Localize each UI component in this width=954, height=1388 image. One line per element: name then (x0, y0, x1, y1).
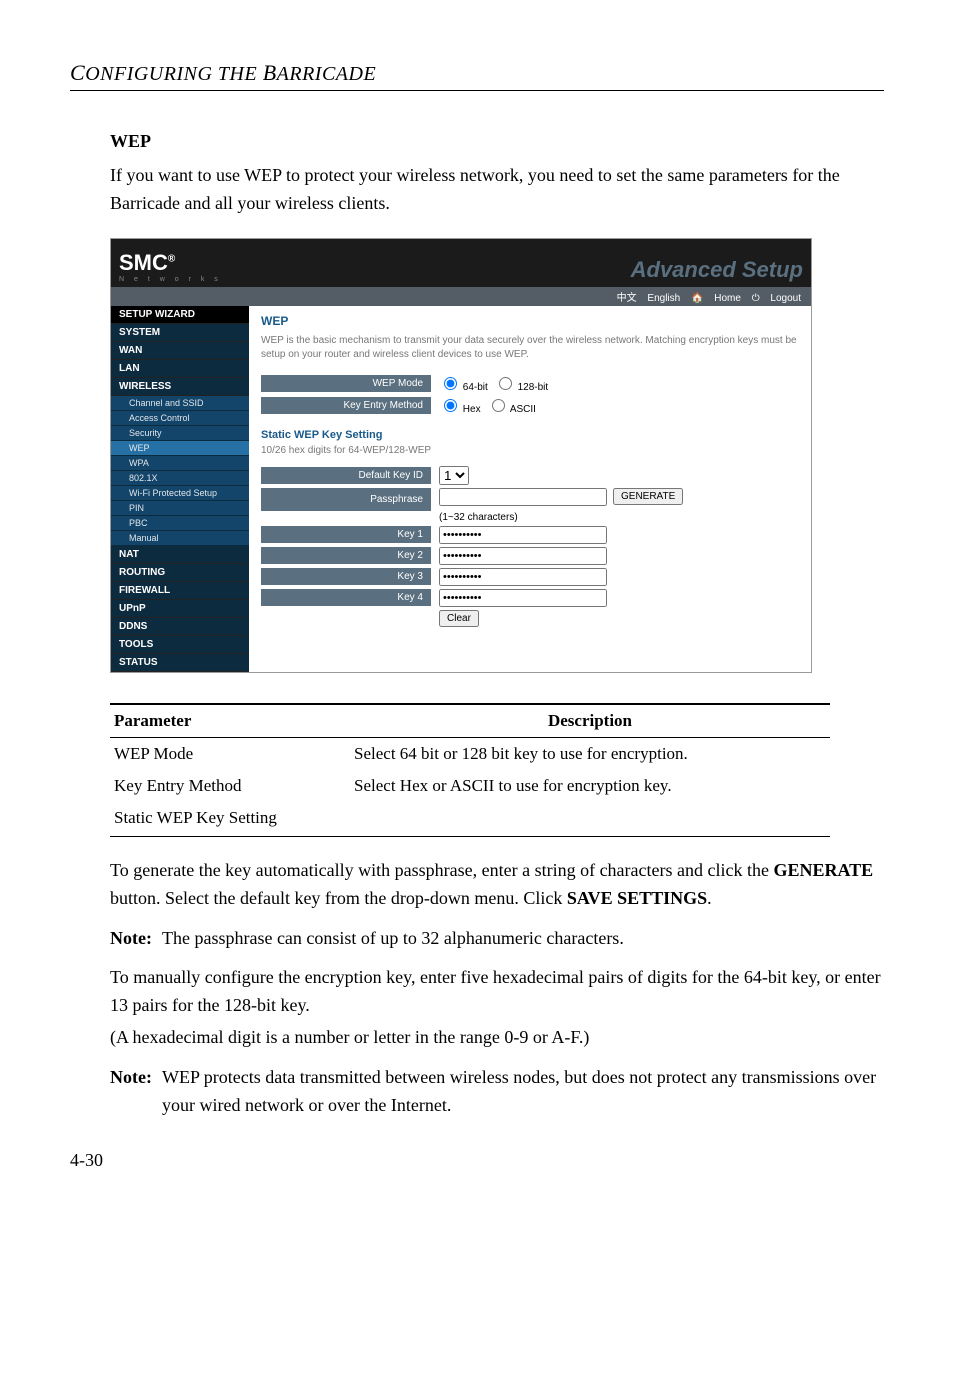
table-row: WEP Mode Select 64 bit or 128 bit key to… (110, 737, 830, 770)
nav-pbc[interactable]: PBC (111, 516, 249, 531)
key1-label: Key 1 (261, 526, 431, 543)
generate-paragraph: To generate the key automatically with p… (110, 857, 884, 913)
nav-system[interactable]: SYSTEM (111, 324, 249, 342)
nav-routing[interactable]: ROUTING (111, 564, 249, 582)
nav-channel-ssid[interactable]: Channel and SSID (111, 396, 249, 411)
key2-label: Key 2 (261, 547, 431, 564)
nav-upnp[interactable]: UPnP (111, 600, 249, 618)
advanced-setup-label: Advanced Setup (631, 257, 803, 283)
intro-paragraph: If you want to use WEP to protect your w… (110, 162, 884, 218)
nav-setup-wizard[interactable]: SETUP WIZARD (111, 306, 249, 324)
generate-button[interactable]: GENERATE (613, 488, 683, 505)
nav-manual[interactable]: Manual (111, 531, 249, 546)
page-number: 4-30 (70, 1150, 884, 1171)
table-row: Static WEP Key Setting (110, 802, 830, 837)
key3-input[interactable] (439, 568, 607, 586)
running-header: CONFIGURING THE BARRICADE (70, 60, 884, 91)
default-key-id-label: Default Key ID (261, 467, 431, 484)
wep-mode-64bit-radio[interactable]: 64-bit (439, 374, 488, 393)
nav-wep[interactable]: WEP (111, 441, 249, 456)
key-entry-hex-radio[interactable]: Hex (439, 396, 481, 415)
wep-mode-128bit-radio[interactable]: 128-bit (494, 374, 548, 393)
parameter-table: Parameter Description WEP Mode Select 64… (110, 703, 830, 837)
nav-access-control[interactable]: Access Control (111, 411, 249, 426)
nav-ddns[interactable]: DDNS (111, 618, 249, 636)
passphrase-label: Passphrase (261, 488, 431, 511)
passphrase-input[interactable] (439, 488, 607, 506)
content-panel: WEP WEP is the basic mechanism to transm… (249, 306, 811, 672)
router-admin-screenshot: SMC® N e t w o r k s Advanced Setup 中文 E… (110, 238, 812, 673)
nav-wireless[interactable]: WIRELESS (111, 378, 249, 396)
note-2: Note: WEP protects data transmitted betw… (110, 1064, 884, 1120)
nav-security[interactable]: Security (111, 426, 249, 441)
nav-nat[interactable]: NAT (111, 546, 249, 564)
passphrase-hint: (1~32 characters) (439, 512, 518, 523)
nav-8021x[interactable]: 802.1X (111, 471, 249, 486)
note-1: Note: The passphrase can consist of up t… (110, 925, 884, 953)
clear-button[interactable]: Clear (439, 610, 479, 627)
nav-wps[interactable]: Wi-Fi Protected Setup (111, 486, 249, 501)
content-title: WEP (261, 314, 799, 328)
lang-en-link[interactable]: English (647, 293, 680, 304)
content-description: WEP is the basic mechanism to transmit y… (261, 334, 799, 362)
smc-logo: SMC® N e t w o r k s (119, 250, 222, 283)
key1-input[interactable] (439, 526, 607, 544)
table-row: Key Entry Method Select Hex or ASCII to … (110, 770, 830, 802)
table-header-description: Description (350, 704, 830, 738)
static-wep-desc: 10/26 hex digits for 64-WEP/128-WEP (261, 445, 799, 456)
nav-wpa[interactable]: WPA (111, 456, 249, 471)
nav-wan[interactable]: WAN (111, 342, 249, 360)
section-heading: WEP (110, 131, 884, 152)
key4-input[interactable] (439, 589, 607, 607)
nav-tools[interactable]: TOOLS (111, 636, 249, 654)
lang-zh-link[interactable]: 中文 (617, 293, 637, 304)
key-entry-ascii-radio[interactable]: ASCII (487, 396, 536, 415)
nav-pin[interactable]: PIN (111, 501, 249, 516)
table-header-parameter: Parameter (110, 704, 350, 738)
manual-paragraph: To manually configure the encryption key… (110, 964, 884, 1020)
key2-input[interactable] (439, 547, 607, 565)
wep-mode-label: WEP Mode (261, 375, 431, 392)
key4-label: Key 4 (261, 589, 431, 606)
logout-link[interactable]: ⏻ Logout (752, 293, 801, 304)
sidebar-nav: SETUP WIZARD SYSTEM WAN LAN WIRELESS Cha… (111, 306, 249, 672)
static-wep-heading: Static WEP Key Setting (261, 429, 799, 441)
key-entry-label: Key Entry Method (261, 397, 431, 414)
hex-paragraph: (A hexadecimal digit is a number or lett… (110, 1024, 884, 1052)
top-links-bar: 中文 English 🏠 Home ⏻ Logout (111, 287, 811, 306)
nav-status[interactable]: STATUS (111, 654, 249, 672)
nav-firewall[interactable]: FIREWALL (111, 582, 249, 600)
home-link[interactable]: 🏠 Home (691, 293, 741, 304)
key3-label: Key 3 (261, 568, 431, 585)
nav-lan[interactable]: LAN (111, 360, 249, 378)
default-key-id-select[interactable]: 1 (439, 466, 469, 485)
